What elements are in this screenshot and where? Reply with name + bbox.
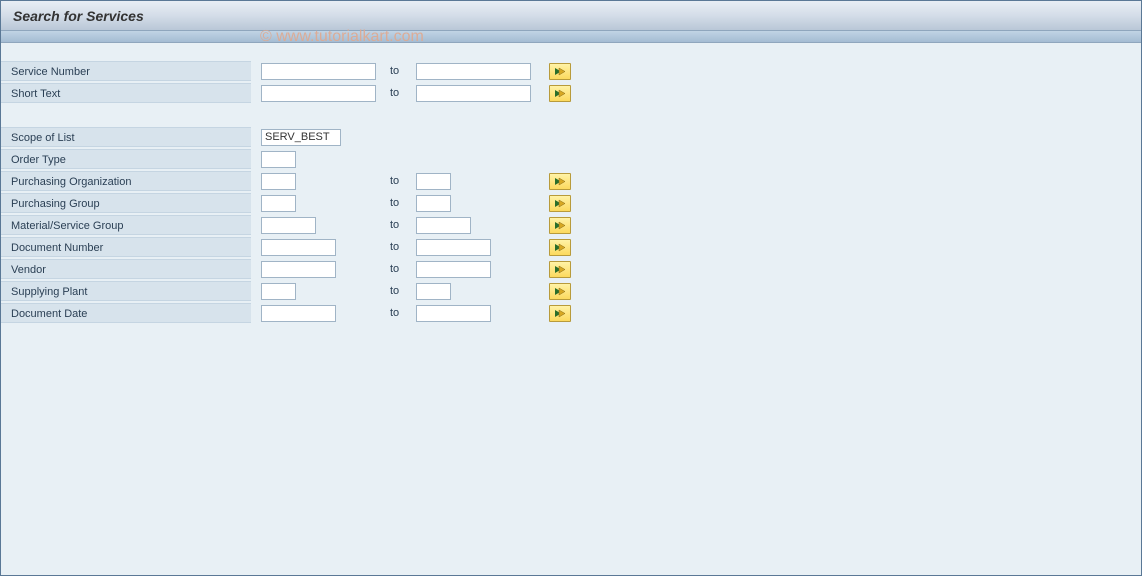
content-area: Service Number to Short Text to Scope of… xyxy=(1,43,1141,575)
to-label: to xyxy=(386,87,416,99)
supplying-plant-multiple-selection-button[interactable] xyxy=(549,283,571,300)
document-date-from-input[interactable] xyxy=(261,305,336,322)
service-number-to-input[interactable] xyxy=(416,63,531,80)
material-service-group-from-input[interactable] xyxy=(261,217,316,234)
vendor-multiple-selection-button[interactable] xyxy=(549,261,571,278)
selection-grid: Service Number to Short Text to Scope of… xyxy=(1,61,1141,323)
service-number-from-input[interactable] xyxy=(261,63,376,80)
scope-of-list-input[interactable] xyxy=(261,129,341,146)
to-label: to xyxy=(386,197,416,209)
to-label: to xyxy=(386,241,416,253)
label-vendor: Vendor xyxy=(1,259,251,279)
page-title: Search for Services xyxy=(13,8,144,24)
purchasing-group-multiple-selection-button[interactable] xyxy=(549,195,571,212)
short-text-from-input[interactable] xyxy=(261,85,376,102)
order-type-input[interactable] xyxy=(261,151,296,168)
to-label: to xyxy=(386,307,416,319)
to-label: to xyxy=(386,219,416,231)
label-supplying-plant: Supplying Plant xyxy=(1,281,251,301)
label-short-text: Short Text xyxy=(1,83,251,103)
to-label: to xyxy=(386,175,416,187)
label-service-number: Service Number xyxy=(1,61,251,81)
title-bar: Search for Services xyxy=(1,1,1141,31)
document-date-to-input[interactable] xyxy=(416,305,491,322)
purchasing-organization-multiple-selection-button[interactable] xyxy=(549,173,571,190)
to-label: to xyxy=(386,65,416,77)
purchasing-group-from-input[interactable] xyxy=(261,195,296,212)
label-purchasing-group: Purchasing Group xyxy=(1,193,251,213)
vendor-to-input[interactable] xyxy=(416,261,491,278)
label-purchasing-organization: Purchasing Organization xyxy=(1,171,251,191)
purchasing-group-to-input[interactable] xyxy=(416,195,451,212)
short-text-multiple-selection-button[interactable] xyxy=(549,85,571,102)
service-number-multiple-selection-button[interactable] xyxy=(549,63,571,80)
supplying-plant-to-input[interactable] xyxy=(416,283,451,300)
to-label: to xyxy=(386,285,416,297)
supplying-plant-from-input[interactable] xyxy=(261,283,296,300)
document-number-multiple-selection-button[interactable] xyxy=(549,239,571,256)
label-document-date: Document Date xyxy=(1,303,251,323)
to-label: to xyxy=(386,263,416,275)
document-date-multiple-selection-button[interactable] xyxy=(549,305,571,322)
purchasing-organization-to-input[interactable] xyxy=(416,173,451,190)
label-scope-of-list: Scope of List xyxy=(1,127,251,147)
label-material-service-group: Material/Service Group xyxy=(1,215,251,235)
label-document-number: Document Number xyxy=(1,237,251,257)
toolbar-strip xyxy=(1,31,1141,43)
purchasing-organization-from-input[interactable] xyxy=(261,173,296,190)
spacer xyxy=(1,105,581,125)
label-order-type: Order Type xyxy=(1,149,251,169)
document-number-from-input[interactable] xyxy=(261,239,336,256)
material-service-group-to-input[interactable] xyxy=(416,217,471,234)
document-number-to-input[interactable] xyxy=(416,239,491,256)
short-text-to-input[interactable] xyxy=(416,85,531,102)
vendor-from-input[interactable] xyxy=(261,261,336,278)
material-service-group-multiple-selection-button[interactable] xyxy=(549,217,571,234)
